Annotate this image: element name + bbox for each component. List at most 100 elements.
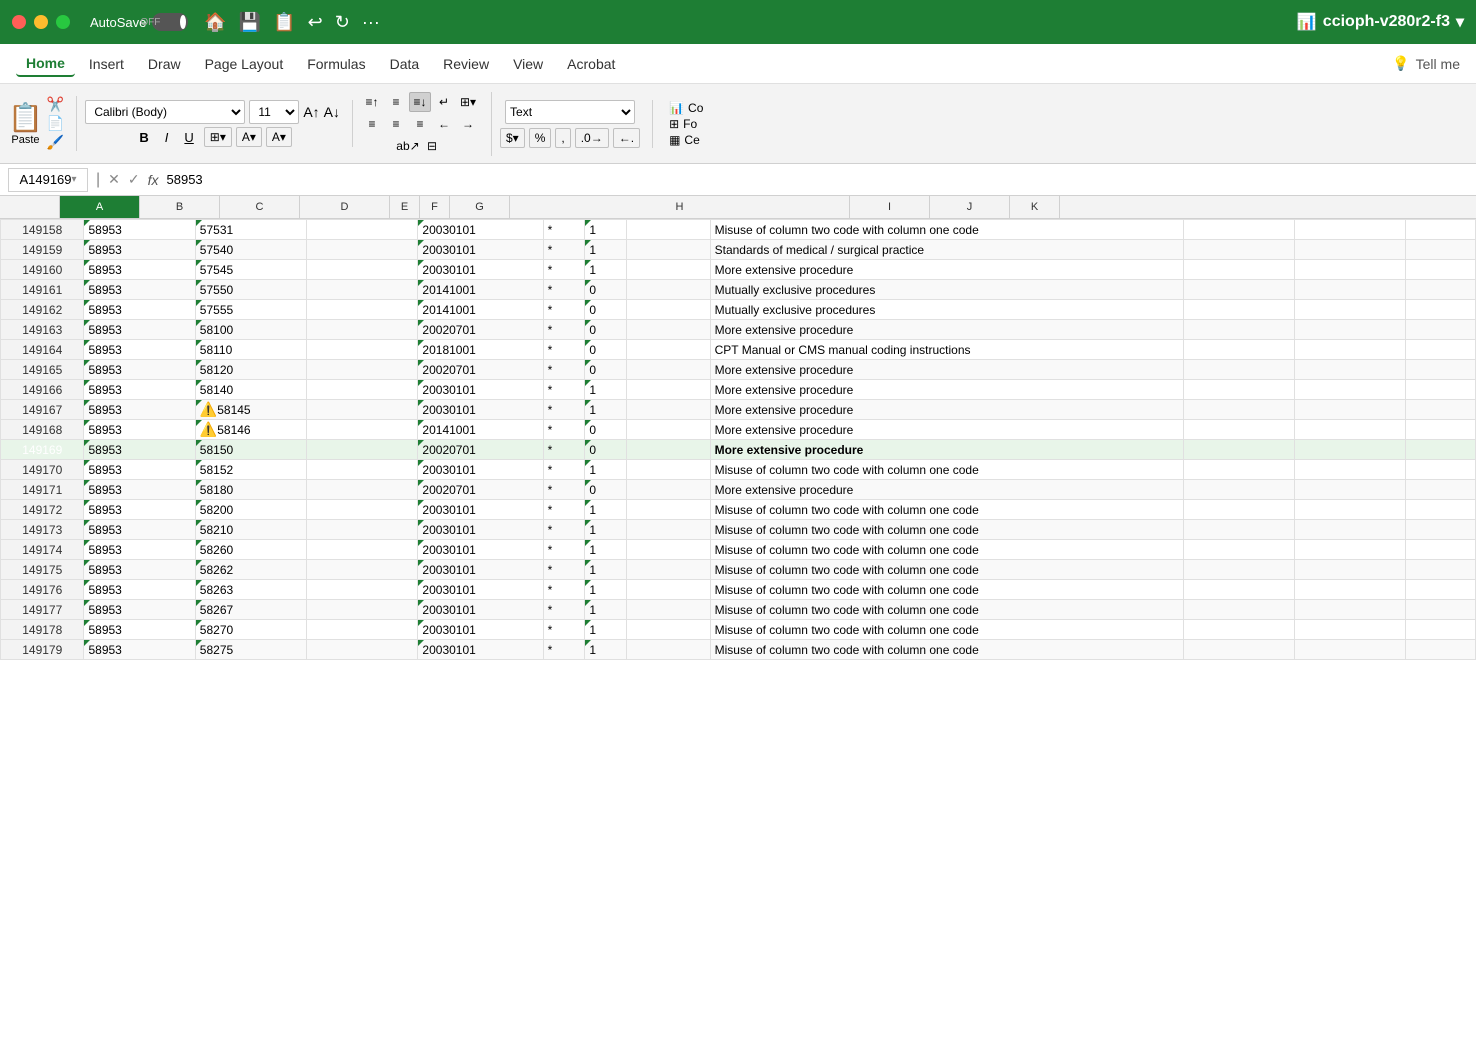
cell-a[interactable]: 58953 (84, 520, 195, 540)
cell-e[interactable]: * (543, 440, 585, 460)
table-row[interactable]: 149176589535826320030101*1Misuse of colu… (1, 580, 1476, 600)
cell-k[interactable] (1406, 240, 1476, 260)
cell-j[interactable] (1295, 580, 1406, 600)
menu-acrobat[interactable]: Acrobat (557, 52, 625, 76)
cell-c[interactable] (307, 440, 418, 460)
cell-g[interactable] (627, 400, 710, 420)
row-number[interactable]: 149170 (1, 460, 84, 480)
table-row[interactable]: 149170589535815220030101*1Misuse of colu… (1, 460, 1476, 480)
row-number[interactable]: 149172 (1, 500, 84, 520)
table-row[interactable]: 149163589535810020020701*0More extensive… (1, 320, 1476, 340)
cell-g[interactable] (627, 240, 710, 260)
save-icon[interactable]: 💾 (239, 12, 261, 33)
cell-j[interactable] (1295, 320, 1406, 340)
row-number[interactable]: 149179 (1, 640, 84, 660)
cell-b[interactable]: 58140 (195, 380, 306, 400)
table-row[interactable]: 14916758953⚠️5814520030101*1More extensi… (1, 400, 1476, 420)
cell-f[interactable]: 1 (585, 620, 627, 640)
cell-f[interactable]: 0 (585, 320, 627, 340)
cell-b[interactable]: 58262 (195, 560, 306, 580)
align-center-button[interactable]: ≡ (385, 114, 407, 134)
cell-f[interactable]: 1 (585, 540, 627, 560)
cell-j[interactable] (1295, 520, 1406, 540)
cell-b[interactable]: ⚠️58145 (195, 400, 306, 420)
cell-e[interactable]: * (543, 360, 585, 380)
row-number[interactable]: 149171 (1, 480, 84, 500)
cell-g[interactable] (627, 540, 710, 560)
cell-a[interactable]: 58953 (84, 560, 195, 580)
cell-c[interactable] (307, 280, 418, 300)
cell-a[interactable]: 58953 (84, 320, 195, 340)
cell-h[interactable]: Misuse of column two code with column on… (710, 500, 1183, 520)
cell-c[interactable] (307, 360, 418, 380)
cell-e[interactable]: * (543, 560, 585, 580)
cell-f[interactable]: 0 (585, 440, 627, 460)
cell-j[interactable] (1295, 560, 1406, 580)
table-row[interactable]: 149162589535755520141001*0Mutually exclu… (1, 300, 1476, 320)
cell-k[interactable] (1406, 540, 1476, 560)
table-row[interactable]: 149172589535820020030101*1Misuse of colu… (1, 500, 1476, 520)
cell-b[interactable]: 57555 (195, 300, 306, 320)
cell-e[interactable]: * (543, 520, 585, 540)
cell-i[interactable] (1183, 400, 1294, 420)
dec-increase-button[interactable]: .0→ (575, 128, 609, 148)
cell-c[interactable] (307, 600, 418, 620)
cell-i[interactable] (1183, 240, 1294, 260)
col-header-d[interactable]: D (300, 196, 390, 218)
cell-c[interactable] (307, 480, 418, 500)
cell-k[interactable] (1406, 400, 1476, 420)
cell-a[interactable]: 58953 (84, 640, 195, 660)
cell-h[interactable]: Misuse of column two code with column on… (710, 520, 1183, 540)
cell-k[interactable] (1406, 380, 1476, 400)
menu-data[interactable]: Data (380, 52, 430, 76)
cell-c[interactable] (307, 220, 418, 240)
dec-decrease-button[interactable]: ←. (613, 128, 640, 148)
cell-i[interactable] (1183, 580, 1294, 600)
cell-b[interactable]: 57550 (195, 280, 306, 300)
cell-e[interactable]: * (543, 600, 585, 620)
cell-c[interactable] (307, 420, 418, 440)
cell-f[interactable]: 1 (585, 500, 627, 520)
menu-page-layout[interactable]: Page Layout (195, 52, 294, 76)
cell-k[interactable] (1406, 320, 1476, 340)
cell-e[interactable]: * (543, 300, 585, 320)
cell-b[interactable]: 58110 (195, 340, 306, 360)
cell-g[interactable] (627, 300, 710, 320)
cell-j[interactable] (1295, 600, 1406, 620)
cell-f[interactable]: 1 (585, 520, 627, 540)
cell-b[interactable]: 58210 (195, 520, 306, 540)
cell-e[interactable]: * (543, 460, 585, 480)
row-number[interactable]: 149173 (1, 520, 84, 540)
cell-f[interactable]: 0 (585, 420, 627, 440)
cell-d[interactable]: 20141001 (418, 300, 543, 320)
cell-b[interactable]: 58263 (195, 580, 306, 600)
row-number[interactable]: 149164 (1, 340, 84, 360)
cell-i[interactable] (1183, 620, 1294, 640)
undo-icon[interactable]: ↩ (308, 12, 323, 33)
col-header-h[interactable]: H (510, 196, 850, 218)
cell-h[interactable]: Misuse of column two code with column on… (710, 580, 1183, 600)
col-header-b[interactable]: B (140, 196, 220, 218)
cell-h[interactable]: More extensive procedure (710, 320, 1183, 340)
table-row[interactable]: 149161589535755020141001*0Mutually exclu… (1, 280, 1476, 300)
cell-b[interactable]: ⚠️58146 (195, 420, 306, 440)
cell-d[interactable]: 20020701 (418, 480, 543, 500)
cell-e[interactable]: * (543, 480, 585, 500)
autosave-switch[interactable]: OFF (152, 13, 188, 31)
cell-i[interactable] (1183, 540, 1294, 560)
cell-k[interactable] (1406, 620, 1476, 640)
autosave-toggle[interactable]: AutoSave OFF (90, 13, 188, 31)
cell-b[interactable]: 58180 (195, 480, 306, 500)
number-format-select[interactable]: Text (505, 100, 635, 124)
table-row[interactable]: 149174589535826020030101*1Misuse of colu… (1, 540, 1476, 560)
cell-e[interactable]: * (543, 400, 585, 420)
cell-b[interactable]: 58275 (195, 640, 306, 660)
cell-i[interactable] (1183, 440, 1294, 460)
cell-a[interactable]: 58953 (84, 440, 195, 460)
cell-g[interactable] (627, 480, 710, 500)
table-row[interactable]: 149160589535754520030101*1More extensive… (1, 260, 1476, 280)
cell-i[interactable] (1183, 520, 1294, 540)
cell-j[interactable] (1295, 240, 1406, 260)
align-right-button[interactable]: ≡ (409, 114, 431, 134)
cell-e[interactable]: * (543, 420, 585, 440)
